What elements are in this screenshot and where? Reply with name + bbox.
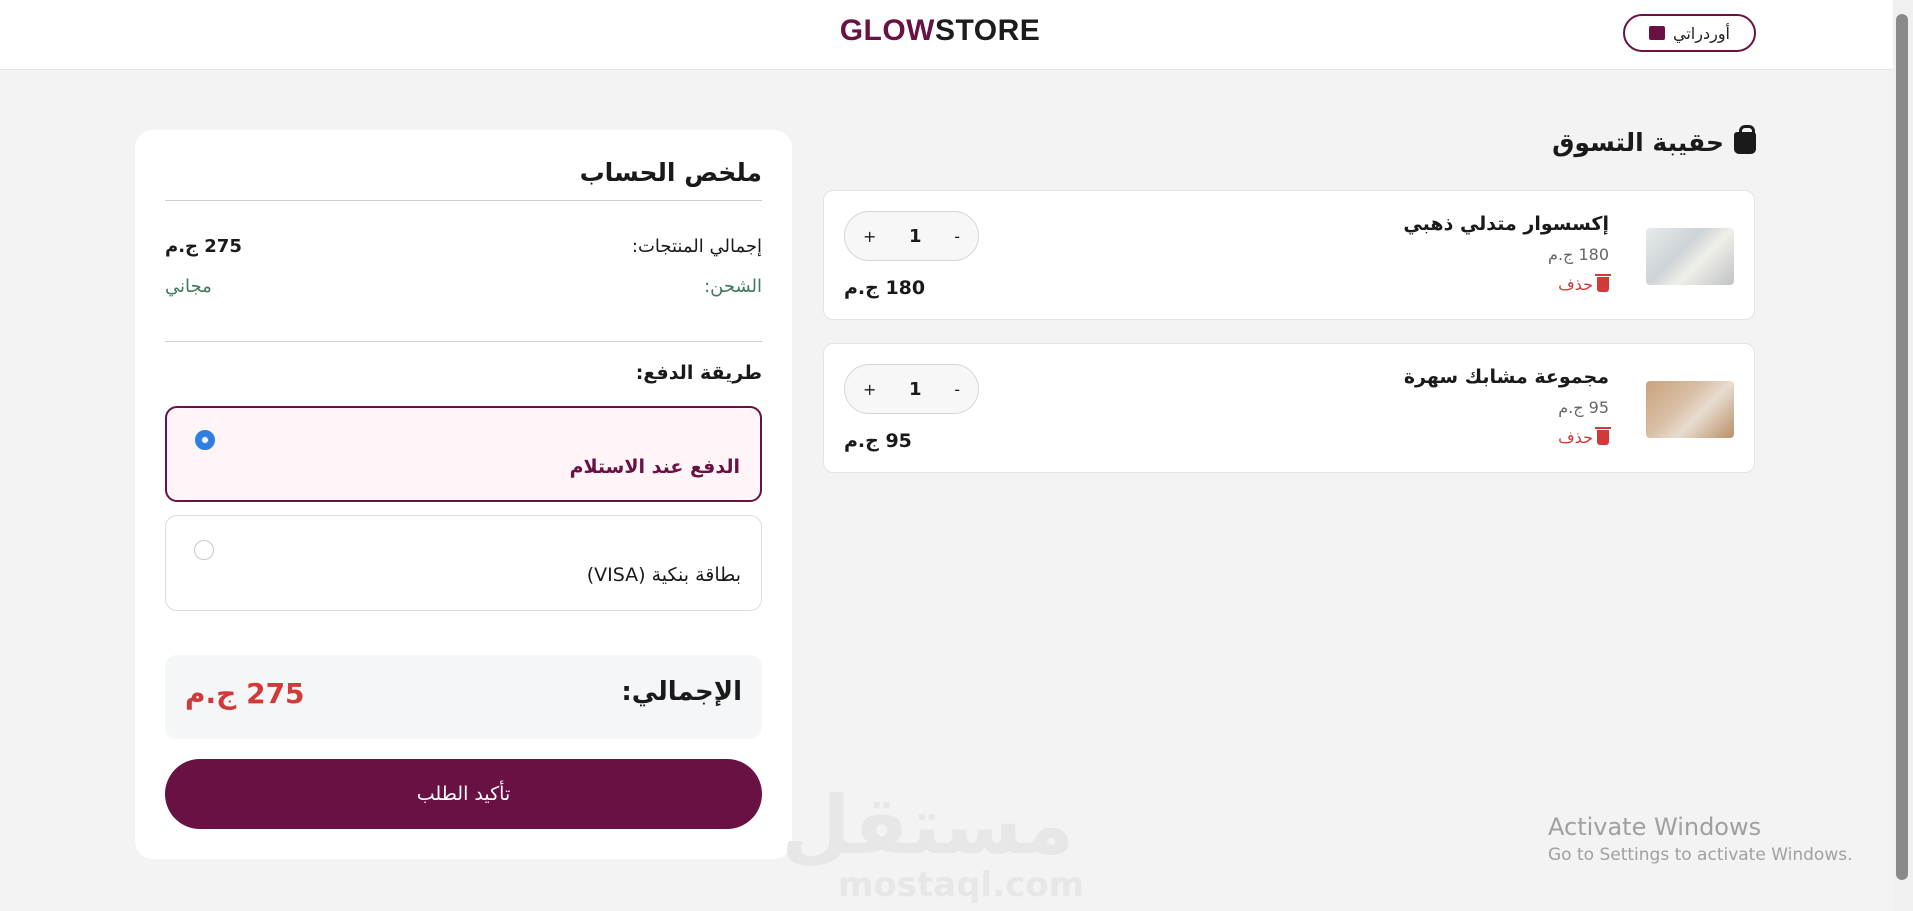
summary-title: ملخص الحساب (579, 158, 762, 187)
divider (165, 341, 762, 342)
confirm-order-button[interactable]: تأكيد الطلب (165, 759, 762, 829)
payment-option-label: بطاقة بنكية (VISA) (586, 564, 741, 586)
radio-unselected[interactable] (194, 540, 214, 560)
box-icon (1649, 26, 1666, 40)
quantity-stepper: + 1 - (844, 364, 979, 414)
product-thumbnail[interactable] (1646, 228, 1734, 285)
subtotal-row: إجمالي المنتجات: 275 ج.م (165, 236, 762, 257)
product-price: 180 ج.م (1548, 245, 1609, 264)
trash-icon (1595, 427, 1611, 445)
my-orders-label: أوردراتي (1673, 23, 1730, 43)
shopping-bag-icon (1734, 124, 1756, 154)
quantity-value[interactable]: 1 (909, 226, 922, 247)
order-summary-card: ملخص الحساب إجمالي المنتجات: 275 ج.م الش… (135, 130, 792, 859)
top-bar: GLOWSTORE أوردراتي (0, 0, 1893, 70)
line-total: 95 ج.م (844, 430, 912, 452)
decrease-qty-button[interactable]: - (954, 380, 960, 399)
total-label: الإجمالي: (621, 677, 742, 707)
radio-selected[interactable] (195, 430, 215, 450)
product-name: إكسسوار متدلي ذهبي (1403, 213, 1609, 235)
my-orders-button[interactable]: أوردراتي (1623, 14, 1756, 52)
payment-option-label: الدفع عند الاستلام (569, 456, 740, 478)
trash-icon (1595, 274, 1611, 292)
grand-total-box: الإجمالي: 275 ج.م (165, 655, 762, 739)
line-total: 180 ج.م (844, 277, 926, 299)
payment-option-visa[interactable]: بطاقة بنكية (VISA) (165, 515, 762, 611)
scrollbar-thumb[interactable] (1896, 14, 1908, 880)
increase-qty-button[interactable]: + (863, 227, 876, 246)
total-value: 275 ج.م (185, 677, 305, 710)
shipping-label: الشحن: (704, 276, 762, 297)
activate-windows-notice: Activate Windows Go to Settings to activ… (1548, 813, 1853, 865)
subtotal-value: 275 ج.م (165, 236, 242, 257)
subtotal-label: إجمالي المنتجات: (631, 236, 762, 257)
cart-item: إكسسوار متدلي ذهبي 180 ج.م حذف + 1 - 180… (823, 190, 1755, 320)
quantity-stepper: + 1 - (844, 211, 979, 261)
cart-item: مجموعة مشابك سهرة 95 ج.م حذف + 1 - 95 ج.… (823, 343, 1755, 473)
increase-qty-button[interactable]: + (863, 380, 876, 399)
mostaql-watermark: مستقل mostaql.com (781, 779, 1085, 905)
product-thumbnail[interactable] (1646, 381, 1734, 438)
product-price: 95 ج.م (1558, 398, 1609, 417)
store-logo[interactable]: GLOWSTORE (0, 14, 1880, 48)
remove-item-button[interactable]: حذف (1558, 427, 1611, 447)
shipping-row: الشحن: مجاني (165, 276, 762, 297)
decrease-qty-button[interactable]: - (954, 227, 960, 246)
quantity-value[interactable]: 1 (909, 379, 922, 400)
divider (165, 200, 762, 201)
shopping-bag-title: حقيبة التسوق (1552, 124, 1756, 157)
remove-item-button[interactable]: حذف (1558, 274, 1611, 294)
payment-option-cod[interactable]: الدفع عند الاستلام (165, 406, 762, 502)
shipping-value: مجاني (165, 276, 212, 297)
product-name: مجموعة مشابك سهرة (1403, 366, 1609, 388)
payment-method-title: طريقة الدفع: (635, 362, 762, 384)
